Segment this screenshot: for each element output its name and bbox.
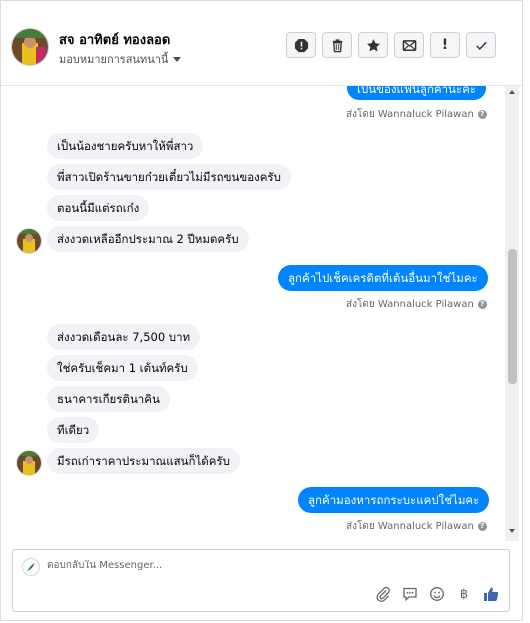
conversation-header: สจ อาทิตย์ ทองลอด มอบหมายการสนทนานี้ ! <box>1 1 522 86</box>
scroll-up-arrow-icon[interactable] <box>509 90 515 94</box>
message-incoming[interactable]: ใช่ครับเช็คมา 1 เต้นท์ครับ <box>47 355 198 381</box>
sent-by-label: ส่งโดย Wannaluck Pilawan ? <box>346 297 487 312</box>
thread-scrollbar[interactable] <box>505 86 519 541</box>
reply-tools: ฿ <box>375 586 499 602</box>
spam-alert-icon <box>294 38 308 52</box>
help-icon[interactable]: ? <box>477 300 487 309</box>
message-outgoing[interactable]: ลูกค้าไปเช็คเครดิตที่เต้นอื่นมาใช่ไมคะ <box>278 265 488 291</box>
exclamation-icon: ! <box>441 37 449 53</box>
like-thumb-icon[interactable] <box>483 586 499 602</box>
attachment-icon[interactable] <box>375 586 391 602</box>
conversation-panel: สจ อาทิตย์ ทองลอด มอบหมายการสนทนานี้ ! เ… <box>0 0 523 621</box>
emoji-icon[interactable] <box>429 586 445 602</box>
message-incoming[interactable]: พี่สาวเปิดร้านขายก๋วยเตี๋ยวไม่มีรถขนของค… <box>47 164 291 190</box>
sent-by-text: ส่งโดย Wannaluck Pilawan <box>346 521 474 532</box>
help-icon[interactable]: ? <box>477 110 487 119</box>
delete-button[interactable] <box>322 32 352 58</box>
sent-by-label: ส่งโดย Wannaluck Pilawan ? <box>346 519 487 534</box>
assign-label: มอบหมายการสนทนานี้ <box>59 53 169 66</box>
mark-done-button[interactable] <box>466 32 496 58</box>
caret-down-icon <box>173 56 182 62</box>
mark-unread-button[interactable] <box>394 32 424 58</box>
message-incoming[interactable]: เป็นน้องชายครับหาให้พี่สาว <box>47 133 204 159</box>
scroll-down-arrow-icon[interactable] <box>509 529 515 533</box>
sent-by-text: ส่งโดย Wannaluck Pilawan <box>346 109 474 120</box>
reply-box: ฿ <box>12 549 510 612</box>
message-incoming[interactable]: มีรถเก่าราคาประมาณแสนก็ได้ครับ <box>47 448 240 474</box>
message-outgoing[interactable]: เป็นของแฟนลูกค้านะคะ <box>347 86 486 100</box>
star-button[interactable] <box>358 32 388 58</box>
mark-spam-button[interactable] <box>286 32 316 58</box>
reply-input[interactable] <box>47 560 347 571</box>
payment-baht-icon[interactable]: ฿ <box>456 587 472 602</box>
message-incoming[interactable]: ทีเดียว <box>47 417 100 443</box>
follow-up-button[interactable]: ! <box>430 32 460 58</box>
contact-name[interactable]: สจ อาทิตย์ ทองลอด <box>59 29 170 50</box>
action-toolbar: ! <box>286 32 496 58</box>
page-avatar <box>22 558 40 576</box>
message-thread: เป็นของแฟนลูกค้านะคะ ส่งโดย Wannaluck Pi… <box>1 86 505 541</box>
star-icon <box>366 38 380 51</box>
message-incoming[interactable]: ส่งงวดเดือนละ 7,500 บาท <box>47 324 201 350</box>
message-incoming[interactable]: ส่งงวดเหลืออีกประมาณ 2 ปีหมดครับ <box>47 226 249 252</box>
sent-by-text: ส่งโดย Wannaluck Pilawan <box>346 299 474 310</box>
scrollbar-thumb[interactable] <box>508 249 517 384</box>
message-outgoing[interactable]: ลูกค้ามองหารถกระบะแคปใช่ไมคะ <box>298 487 490 513</box>
sent-by-label: ส่งโดย Wannaluck Pilawan ? <box>346 107 487 122</box>
contact-avatar-small[interactable] <box>16 450 42 476</box>
help-icon[interactable]: ? <box>477 522 487 531</box>
contact-avatar[interactable] <box>11 28 49 66</box>
trash-icon <box>332 38 342 52</box>
check-done-icon <box>475 41 487 50</box>
message-incoming[interactable]: ตอนนี้มีแต่รถเก๋ง <box>47 195 150 221</box>
saved-replies-icon[interactable] <box>402 586 418 602</box>
contact-avatar-small[interactable] <box>16 228 42 254</box>
assign-conversation-dropdown[interactable]: มอบหมายการสนทนานี้ <box>59 50 182 68</box>
message-incoming[interactable]: ธนาคารเกียรตินาคิน <box>47 386 170 412</box>
mark-unread-icon <box>402 39 416 51</box>
